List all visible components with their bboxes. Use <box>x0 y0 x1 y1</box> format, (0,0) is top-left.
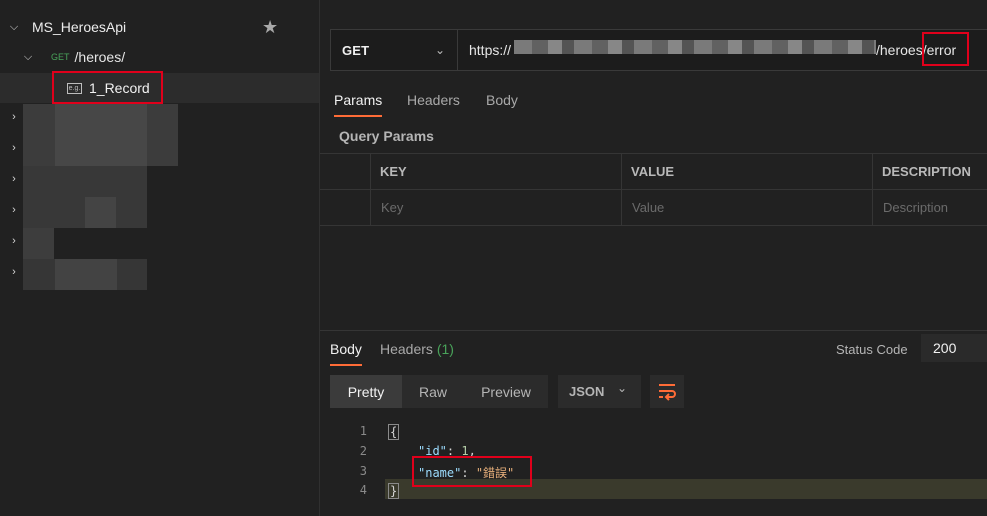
json-key: "name" <box>418 466 462 480</box>
json-key: "id" <box>418 444 447 458</box>
redacted-area <box>55 259 117 290</box>
table-border <box>370 153 371 226</box>
redacted-area <box>23 228 54 259</box>
view-preview-button[interactable]: Preview <box>464 375 548 408</box>
column-header-value: VALUE <box>631 164 675 179</box>
format-select[interactable]: JSON ⌄ <box>558 375 641 408</box>
tab-body[interactable]: Body <box>486 92 518 108</box>
redacted-url <box>514 40 876 54</box>
collection-row[interactable]: ⌵ MS_HeroesApi ★ <box>0 12 319 42</box>
wrap-lines-icon <box>659 384 676 401</box>
chevron-right-icon[interactable]: › <box>7 235 21 247</box>
json-comma: , <box>468 444 476 458</box>
pane-divider[interactable] <box>320 330 987 331</box>
view-raw-button[interactable]: Raw <box>402 375 464 408</box>
line-number: 3 <box>359 464 367 478</box>
redacted-area <box>85 197 116 228</box>
json-line: "id": 1, <box>418 444 476 458</box>
example-icon: e.g. <box>67 82 82 94</box>
tab-headers[interactable]: Headers <box>407 92 460 108</box>
method-label: GET <box>342 42 370 58</box>
chevron-down-icon: ⌄ <box>434 43 445 57</box>
table-border <box>320 153 987 154</box>
status-code-value: 200 <box>933 340 957 356</box>
json-line: "name": "錯誤" <box>418 464 514 481</box>
chevron-down-icon[interactable]: ⌵ <box>7 21 21 34</box>
table-border <box>320 189 987 190</box>
tab-params[interactable]: Params <box>334 92 382 108</box>
chevron-right-icon[interactable]: › <box>7 142 21 154</box>
active-tab-indicator <box>330 364 362 366</box>
star-icon[interactable]: ★ <box>262 17 278 38</box>
response-tab-headers-label: Headers <box>380 341 433 357</box>
request-path: /heroes/ <box>74 49 126 65</box>
method-badge: GET <box>51 52 70 62</box>
url-prefix[interactable]: https:// <box>469 42 511 58</box>
chevron-right-icon[interactable]: › <box>7 173 21 185</box>
status-code-box: 200 <box>921 334 987 362</box>
active-tab-indicator <box>334 115 382 117</box>
section-title: Query Params <box>339 128 434 144</box>
chevron-right-icon[interactable]: › <box>7 266 21 278</box>
chevron-right-icon[interactable]: › <box>7 111 21 123</box>
headers-count: (1) <box>436 341 454 357</box>
chevron-down-icon: ⌄ <box>617 381 628 395</box>
method-select[interactable]: GET ⌄ <box>331 30 458 70</box>
wrap-lines-button[interactable] <box>650 375 684 408</box>
status-code-label: Status Code <box>836 342 908 357</box>
response-tab-body[interactable]: Body <box>330 341 362 357</box>
line-number: 1 <box>359 424 367 438</box>
sidebar: ⌵ MS_HeroesApi ★ ⌵ GET /heroes/ e.g. 1_R… <box>0 0 320 516</box>
request-row[interactable]: ⌵ GET /heroes/ <box>0 42 319 72</box>
response-tab-headers[interactable]: Headers (1) <box>380 341 454 357</box>
format-label: JSON <box>569 384 605 399</box>
column-header-key: KEY <box>380 164 407 179</box>
line-number: 4 <box>359 483 367 497</box>
chevron-right-icon[interactable]: › <box>7 204 21 216</box>
description-input[interactable]: Description <box>883 200 948 215</box>
table-border <box>872 153 873 226</box>
json-colon: : <box>446 444 462 458</box>
table-border <box>621 153 622 226</box>
column-header-description: DESCRIPTION <box>882 164 971 179</box>
current-line-highlight <box>385 479 987 499</box>
collection-name: MS_HeroesApi <box>32 19 127 35</box>
view-pretty-button[interactable]: Pretty <box>330 375 402 408</box>
json-number: 1 <box>461 444 469 458</box>
table-border <box>320 225 987 226</box>
value-input[interactable]: Value <box>632 200 664 215</box>
json-string: "錯誤" <box>475 466 515 480</box>
example-row[interactable]: e.g. 1_Record <box>0 73 319 103</box>
json-brace-open: { <box>388 424 400 440</box>
json-colon: : <box>461 466 476 480</box>
url-suffix[interactable]: /heroes/error <box>876 42 956 58</box>
example-label: 1_Record <box>89 80 150 96</box>
key-input[interactable]: Key <box>381 200 403 215</box>
line-number: 2 <box>359 444 367 458</box>
json-brace-close: } <box>388 483 400 499</box>
chevron-down-icon[interactable]: ⌵ <box>21 51 35 64</box>
